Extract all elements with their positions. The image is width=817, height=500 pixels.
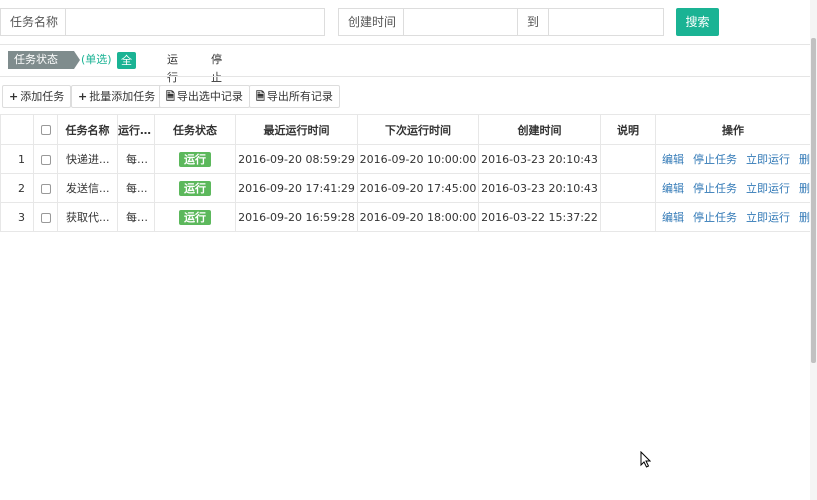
created-time-label: 创建时间: [338, 8, 404, 36]
task-name: 发送信...: [57, 173, 118, 203]
add-task-label: 添加任务: [20, 90, 65, 103]
row-actions: 编辑停止任务立即运行删除: [655, 173, 811, 203]
table-row: 1 快递进... 每1... 运行 2016-09-20 08:59:29 20…: [0, 144, 811, 174]
header-task-name[interactable]: 任务名称: [57, 114, 118, 145]
row-actions: 编辑停止任务立即运行删除: [655, 144, 811, 174]
edit-link[interactable]: 编辑: [662, 182, 684, 195]
task-name: 获取代...: [57, 202, 118, 232]
next-run-time: 2016-09-20 10:00:00: [357, 144, 479, 174]
status-badge: 运行: [179, 209, 211, 225]
task-status: 运行: [154, 144, 236, 174]
created-time: 2016-03-23 20:10:43: [478, 173, 601, 203]
export-selected-label: 导出选中记录: [176, 90, 243, 103]
select-all-checkbox[interactable]: [40, 125, 51, 135]
row-select[interactable]: [33, 173, 58, 203]
created-to-input[interactable]: [549, 8, 664, 36]
edit-link[interactable]: 编辑: [662, 211, 684, 224]
file-icon: 🗎: [256, 90, 265, 103]
row-index: 2: [0, 173, 34, 203]
header-status[interactable]: 任务状态: [154, 114, 236, 145]
task-frequency: 每1...: [117, 144, 155, 174]
task-note: [600, 202, 656, 232]
row-index: 3: [0, 202, 34, 232]
task-status: 运行: [154, 202, 236, 232]
stop-task-link[interactable]: 停止任务: [693, 182, 737, 195]
task-note: [600, 144, 656, 174]
status-badge: 运行: [179, 151, 211, 167]
header-select-all[interactable]: [33, 114, 58, 145]
next-run-time: 2016-09-20 17:45:00: [357, 173, 479, 203]
created-time: 2016-03-23 20:10:43: [478, 144, 601, 174]
stop-task-link[interactable]: 停止任务: [693, 211, 737, 224]
row-select[interactable]: [33, 144, 58, 174]
table-row: 2 发送信... 每... 运行 2016-09-20 17:41:29 201…: [0, 173, 811, 203]
batch-add-task-button[interactable]: + 批量添加任务: [71, 85, 163, 108]
batch-add-label: 批量添加任务: [89, 90, 156, 103]
row-actions: 编辑停止任务立即运行删除: [655, 202, 811, 232]
run-now-link[interactable]: 立即运行: [746, 211, 790, 224]
created-time: 2016-03-22 15:37:22: [478, 202, 601, 232]
search-bar: 任务名称 创建时间 到 搜索: [0, 8, 810, 36]
task-table: 任务名称 运行频率 任务状态 最近运行时间 下次运行时间 创建时间 说明 操作 …: [0, 114, 811, 232]
run-now-link[interactable]: 立即运行: [746, 153, 790, 166]
scrollbar-thumb[interactable]: [811, 38, 816, 363]
row-checkbox[interactable]: [40, 212, 51, 223]
last-run-time: 2016-09-20 16:59:28: [235, 202, 358, 232]
search-button[interactable]: 搜索: [676, 8, 719, 36]
next-run-time: 2016-09-20 18:00:00: [357, 202, 479, 232]
status-option-running[interactable]: 运行: [167, 51, 178, 87]
created-from-input[interactable]: [404, 8, 518, 36]
header-note: 说明: [600, 114, 656, 145]
table-row: 3 获取代... 每1... 运行 2016-09-20 16:59:28 20…: [0, 202, 811, 232]
status-option-stopped[interactable]: 停止: [211, 51, 222, 87]
task-frequency: 每...: [117, 173, 155, 203]
stop-task-link[interactable]: 停止任务: [693, 153, 737, 166]
export-selected-button[interactable]: 🗎 导出选中记录: [159, 85, 250, 108]
task-name-input[interactable]: [66, 8, 325, 36]
status-option-all[interactable]: 全部: [117, 52, 136, 84]
plus-icon: +: [9, 90, 19, 103]
header-last-run[interactable]: 最近运行时间: [235, 114, 358, 145]
status-filter-tag: 任务状态: [8, 51, 80, 69]
export-all-label: 导出所有记录: [266, 90, 333, 103]
row-checkbox[interactable]: [40, 183, 51, 194]
table-header-row: 任务名称 运行频率 任务状态 最近运行时间 下次运行时间 创建时间 说明 操作: [0, 114, 811, 145]
row-select[interactable]: [33, 202, 58, 232]
divider: [0, 44, 810, 45]
status-badge: 运行: [179, 180, 211, 196]
add-task-button[interactable]: + 添加任务: [2, 85, 72, 108]
delete-link[interactable]: 删除: [799, 211, 810, 224]
row-index: 1: [0, 144, 34, 174]
task-name-label: 任务名称: [0, 8, 66, 36]
header-index: [0, 114, 34, 145]
task-name: 快递进...: [57, 144, 118, 174]
export-all-button[interactable]: 🗎 导出所有记录: [249, 85, 340, 108]
header-next-run[interactable]: 下次运行时间: [357, 114, 479, 145]
divider: [0, 76, 810, 77]
last-run-time: 2016-09-20 08:59:29: [235, 144, 358, 174]
task-status: 运行: [154, 173, 236, 203]
mouse-cursor-icon: [640, 451, 651, 468]
header-frequency[interactable]: 运行频率: [117, 114, 155, 145]
header-actions: 操作: [655, 114, 811, 145]
file-icon: 🗎: [166, 90, 175, 103]
header-created[interactable]: 创建时间: [478, 114, 601, 145]
task-note: [600, 173, 656, 203]
last-run-time: 2016-09-20 17:41:29: [235, 173, 358, 203]
row-checkbox[interactable]: [40, 154, 51, 165]
plus-icon: +: [78, 90, 88, 103]
single-select-hint: (单选): [81, 53, 112, 66]
delete-link[interactable]: 删除: [799, 182, 810, 195]
edit-link[interactable]: 编辑: [662, 153, 684, 166]
task-frequency: 每1...: [117, 202, 155, 232]
delete-link[interactable]: 删除: [799, 153, 810, 166]
to-label: 到: [518, 8, 549, 36]
run-now-link[interactable]: 立即运行: [746, 182, 790, 195]
